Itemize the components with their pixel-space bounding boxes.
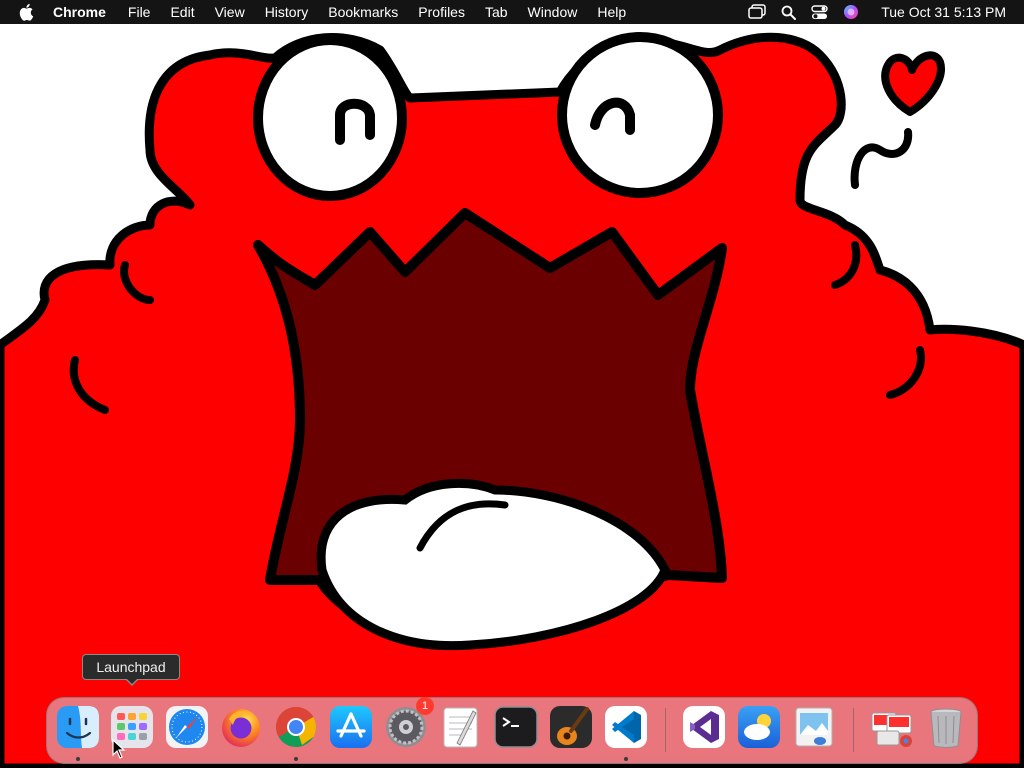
- notification-badge: 1: [416, 697, 434, 715]
- left-eye: [253, 35, 407, 201]
- menu-file[interactable]: File: [128, 0, 151, 24]
- finder-icon[interactable]: [56, 705, 100, 749]
- menu-window[interactable]: Window: [528, 0, 578, 24]
- dock: 1: [46, 697, 978, 764]
- menu-bookmarks[interactable]: Bookmarks: [328, 0, 398, 24]
- visual-studio-icon[interactable]: [682, 705, 726, 749]
- menu-view[interactable]: View: [215, 0, 245, 24]
- menu-tab[interactable]: Tab: [485, 0, 508, 24]
- apple-logo-icon[interactable]: [19, 3, 35, 21]
- siri-icon[interactable]: [843, 4, 859, 20]
- window-switcher-icon[interactable]: [748, 4, 766, 20]
- desktop-wallpaper: [0, 0, 1024, 768]
- menu-bar: Chrome File Edit View History Bookmarks …: [0, 0, 1024, 24]
- menu-profiles[interactable]: Profiles: [418, 0, 465, 24]
- downloads-stack-icon[interactable]: [869, 705, 913, 749]
- control-center-icon[interactable]: [811, 4, 828, 20]
- app-store-icon[interactable]: [329, 705, 373, 749]
- chrome-running-indicator: [294, 757, 298, 761]
- garageband-icon[interactable]: [549, 705, 593, 749]
- finder-running-indicator: [76, 757, 80, 761]
- vscode-running-indicator: [624, 757, 628, 761]
- preview-icon[interactable]: [792, 705, 836, 749]
- terminal-icon[interactable]: [494, 705, 538, 749]
- trash-icon[interactable]: [924, 705, 968, 749]
- app-menu-chrome[interactable]: Chrome: [53, 0, 106, 24]
- menu-edit[interactable]: Edit: [170, 0, 194, 24]
- menubar-clock[interactable]: Tue Oct 31 5:13 PM: [881, 4, 1006, 20]
- dock-tooltip: Launchpad: [82, 654, 180, 686]
- dock-separator: [853, 708, 854, 752]
- chrome-icon[interactable]: [274, 705, 318, 749]
- dock-separator: [665, 708, 666, 752]
- firefox-icon[interactable]: [219, 705, 263, 749]
- search-icon[interactable]: [781, 5, 797, 20]
- system-settings-icon[interactable]: 1: [384, 697, 434, 749]
- right-eye: [557, 32, 723, 198]
- safari-icon[interactable]: [165, 705, 209, 749]
- weather-icon[interactable]: [737, 705, 781, 749]
- mouse-cursor-icon: [112, 739, 126, 759]
- vscode-icon[interactable]: [604, 705, 648, 749]
- menu-help[interactable]: Help: [597, 0, 626, 24]
- menu-history[interactable]: History: [265, 0, 309, 24]
- textedit-icon[interactable]: [439, 705, 483, 749]
